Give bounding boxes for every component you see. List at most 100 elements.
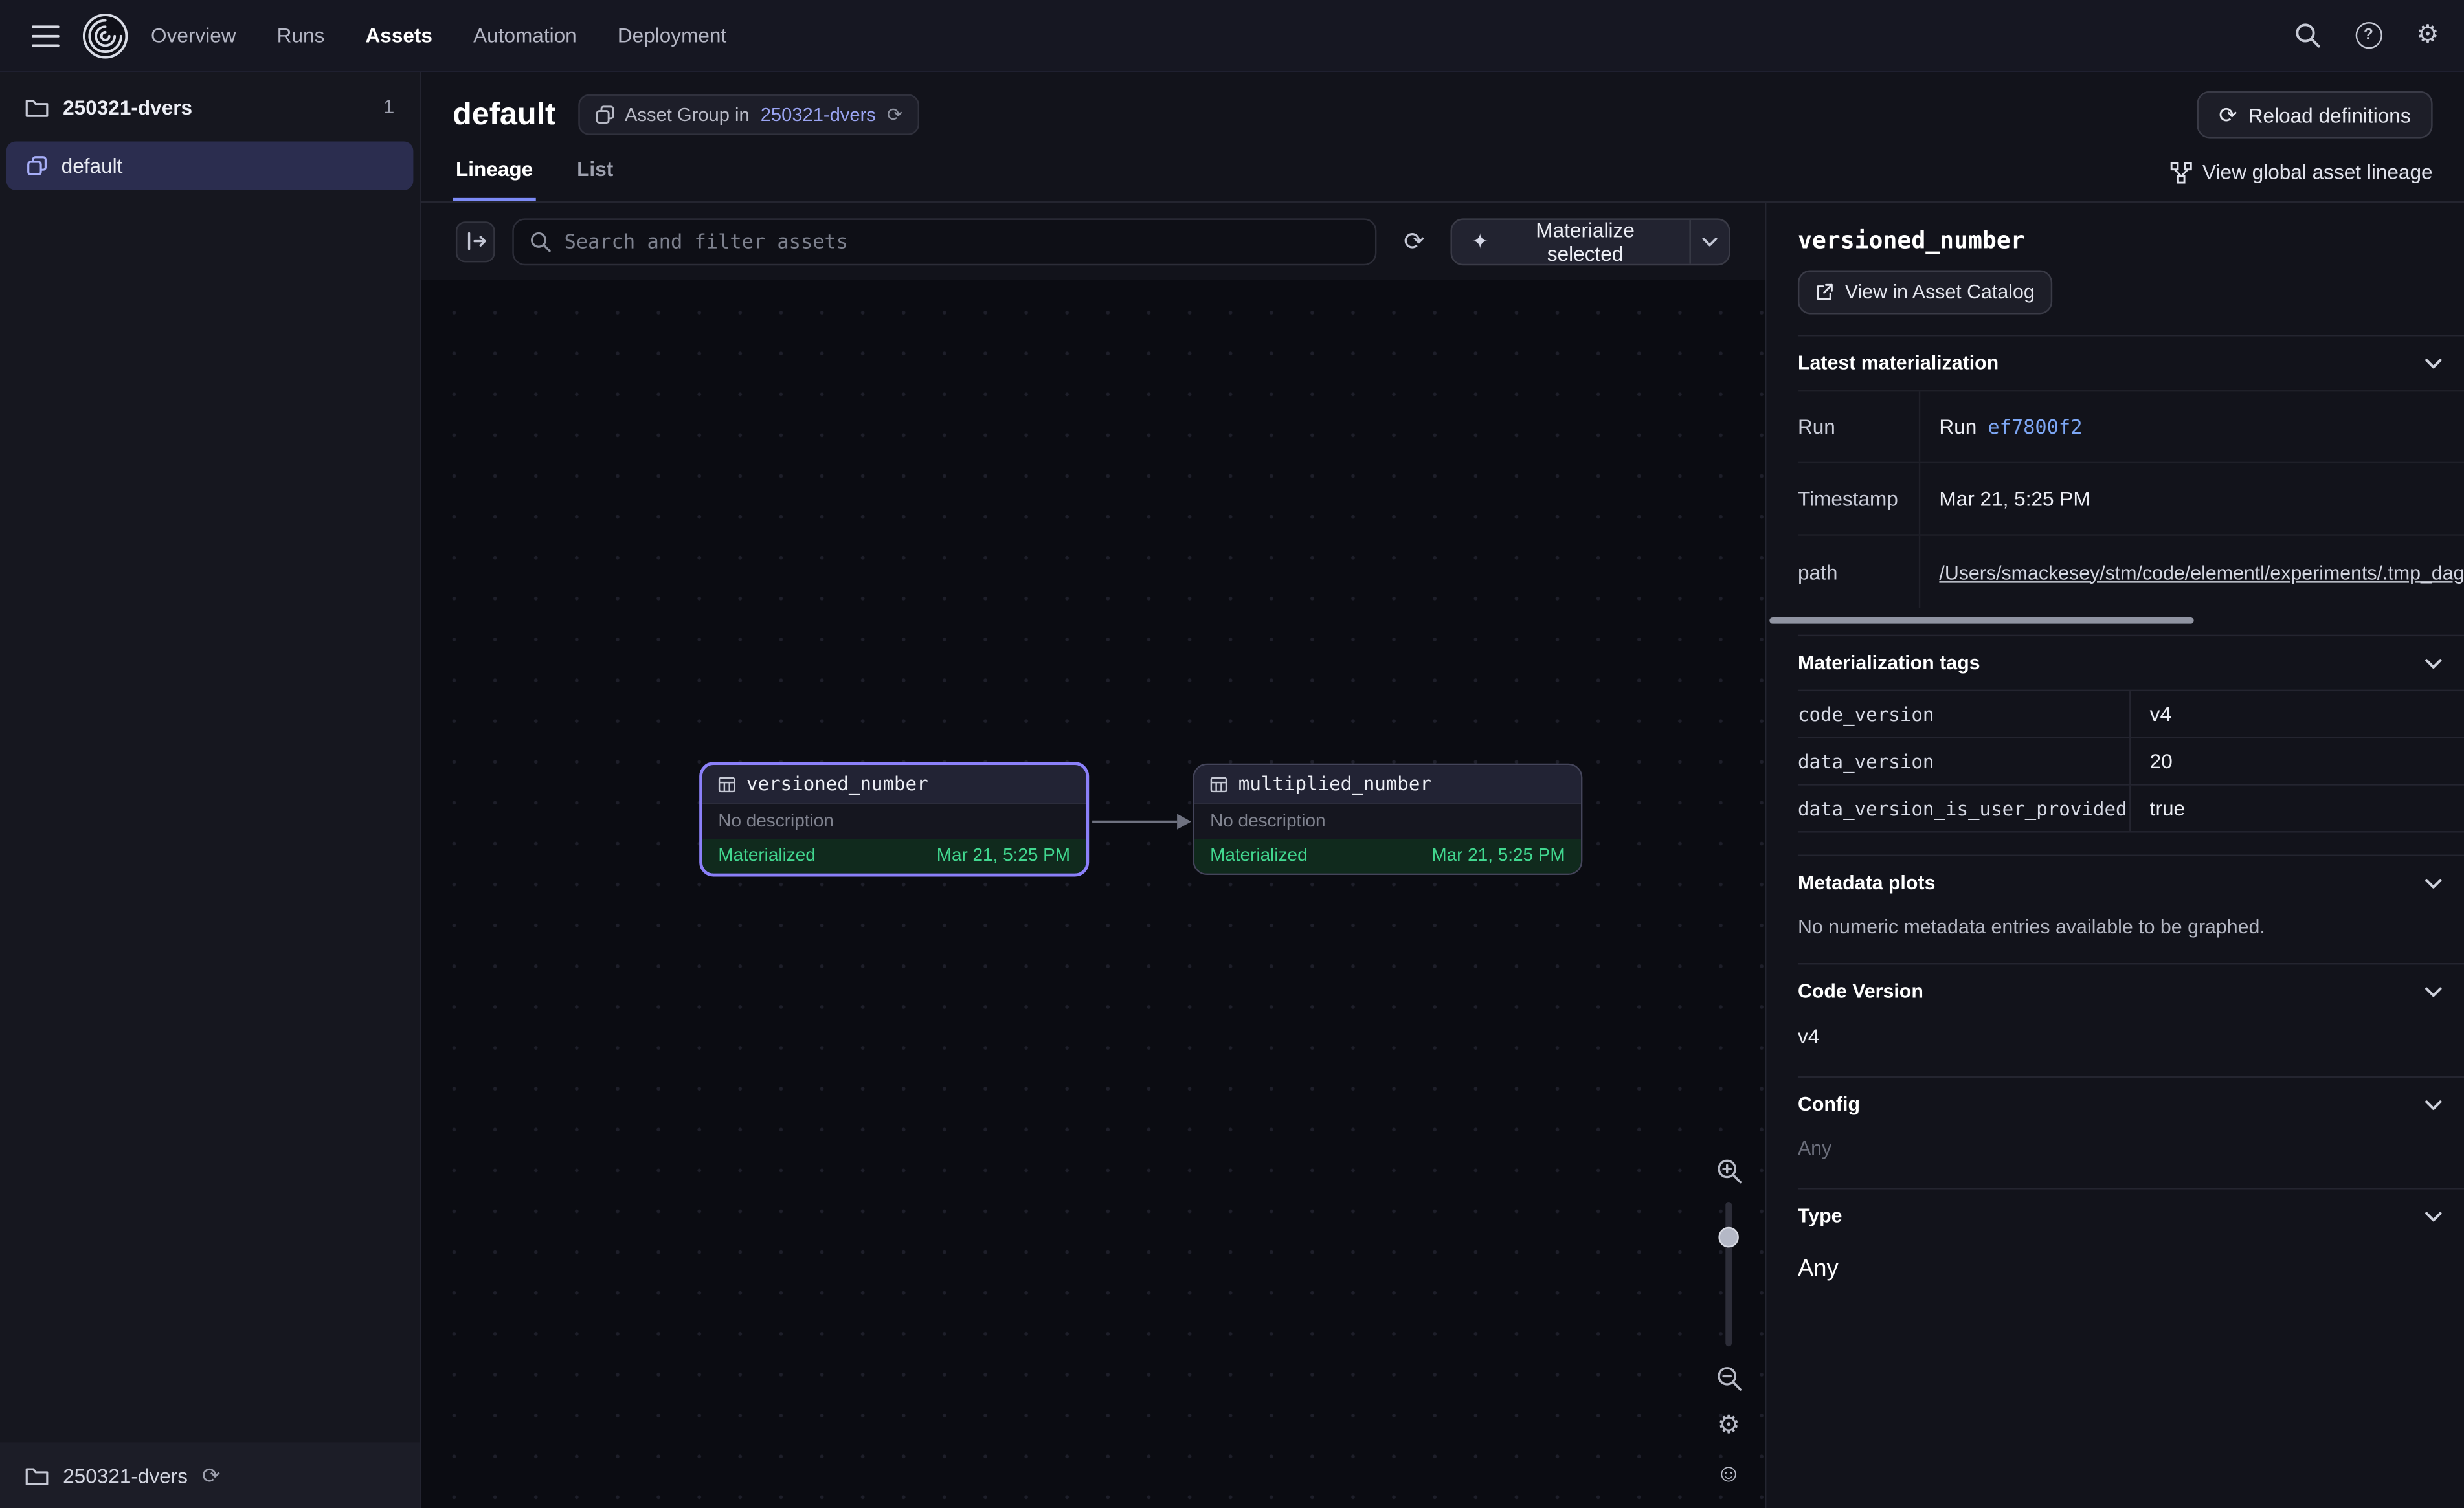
type-value: Any <box>1798 1255 2464 1281</box>
asset-search-input[interactable] <box>565 229 1360 252</box>
hamburger-menu-icon[interactable] <box>25 15 66 56</box>
feedback-smiley-icon[interactable]: ☺ <box>1711 1458 1745 1492</box>
nav-automation[interactable]: Automation <box>473 23 577 47</box>
horizontal-scrollbar[interactable] <box>1769 617 2193 624</box>
table-row: path /Users/smackesey/stm/code/elementl/… <box>1798 536 2464 608</box>
asset-node-name: multiplied_number <box>1238 773 1431 795</box>
asset-details-panel: versioned_number View in Asset Catalog L… <box>1765 203 2464 1508</box>
refresh-icon[interactable]: ⟳ <box>1394 221 1434 261</box>
canvas-settings-gear-icon[interactable]: ⚙ <box>1711 1409 1745 1443</box>
row-value: Runef7800f2 <box>1920 415 2464 438</box>
tag-value: true <box>2131 797 2464 820</box>
chevron-down-icon[interactable] <box>2425 878 2442 889</box>
refresh-icon[interactable]: ⟳ <box>887 105 902 124</box>
top-nav: Overview Runs Assets Automation Deployme… <box>0 0 2464 72</box>
asset-node-multiplied-number[interactable]: multiplied_number No description Materia… <box>1193 764 1582 875</box>
asset-search-box <box>512 217 1377 265</box>
asset-details-title: versioned_number <box>1798 203 2464 254</box>
asset-node-description: No description <box>702 804 1086 839</box>
asset-group-badge: Asset Group in 250321-dvers ⟳ <box>577 94 920 135</box>
tag-key: data_version <box>1798 738 2131 784</box>
zoom-out-icon[interactable] <box>1711 1360 1745 1395</box>
nav-deployment[interactable]: Deployment <box>618 23 726 47</box>
work-row: ⟳ ✦ Materialize selected <box>421 203 2464 1508</box>
refresh-icon[interactable]: ⟳ <box>202 1464 220 1486</box>
chevron-down-icon[interactable] <box>2425 658 2442 669</box>
asset-node-description: No description <box>1194 804 1581 839</box>
tab-list[interactable]: List <box>574 157 616 201</box>
lineage-canvas[interactable]: versioned_number No description Material… <box>421 280 1765 1508</box>
config-value: Any <box>1798 1137 2464 1159</box>
tag-key: code_version <box>1798 691 2131 737</box>
lineage-toolbar: ⟳ ✦ Materialize selected <box>421 203 1765 280</box>
table-row: Timestamp Mar 21, 5:25 PM <box>1798 463 2464 536</box>
app-root: Overview Runs Assets Automation Deployme… <box>0 0 2464 1508</box>
help-icon[interactable]: ? <box>2355 22 2382 49</box>
table-row: code_version v4 <box>1798 691 2464 738</box>
chevron-down-icon[interactable] <box>2425 1099 2442 1110</box>
section-code-version: Code Version v4 <box>1798 963 2464 1076</box>
topnav-actions: ? ⚙ <box>2294 22 2439 49</box>
page-title: default <box>453 96 555 133</box>
metadata-plots-empty-text: No numeric metadata entries available to… <box>1798 916 2464 938</box>
chevron-down-icon[interactable] <box>2425 357 2442 368</box>
row-value: /Users/smackesey/stm/code/elementl/exper… <box>1920 560 2464 583</box>
content-header: default Asset Group in 250321-dvers ⟳ ⟳ … <box>421 72 2464 203</box>
chevron-down-icon[interactable] <box>2425 1210 2442 1221</box>
materialize-selected-button[interactable]: ✦ Materialize selected <box>1453 219 1690 263</box>
row-key: path <box>1798 536 1920 608</box>
zoom-controls: ⚙ ☺ <box>1711 1153 1745 1492</box>
sidebar-group-count: 1 <box>383 96 394 118</box>
sidebar-group-row[interactable]: 250321-dvers 1 <box>0 72 420 142</box>
nav-overview[interactable]: Overview <box>151 23 236 47</box>
zoom-slider[interactable] <box>1711 1202 1745 1346</box>
tabs-row: Lineage List View global asset lineage <box>453 157 2433 201</box>
asset-node-versioned-number[interactable]: versioned_number No description Material… <box>699 762 1089 876</box>
gear-icon[interactable]: ⚙ <box>2417 23 2439 48</box>
run-link[interactable]: ef7800f2 <box>1988 415 2082 438</box>
zoom-slider-handle[interactable] <box>1718 1227 1739 1248</box>
table-icon <box>718 775 735 793</box>
view-global-lineage-link[interactable]: View global asset lineage <box>2169 161 2433 201</box>
dagster-logo <box>82 12 129 59</box>
primary-nav: Overview Runs Assets Automation Deployme… <box>151 23 726 47</box>
sidebar-footer-label: 250321-dvers <box>63 1463 188 1487</box>
table-row: data_version_is_user_provided true <box>1798 786 2464 833</box>
panel-expand-icon[interactable] <box>456 221 495 261</box>
zoom-in-icon[interactable] <box>1711 1153 1745 1188</box>
section-config: Config Any <box>1798 1076 2464 1188</box>
search-icon[interactable] <box>2294 22 2320 49</box>
sidebar-group-label: 250321-dvers <box>63 95 192 118</box>
sidebar-item-label: default <box>62 154 123 177</box>
asset-node-status: Materialized Mar 21, 5:25 PM <box>702 839 1086 873</box>
nav-runs[interactable]: Runs <box>277 23 325 47</box>
tag-key: data_version_is_user_provided <box>1798 786 2131 831</box>
section-type: Type Any <box>1798 1188 2464 1313</box>
content-area: default Asset Group in 250321-dvers ⟳ ⟳ … <box>421 72 2464 1508</box>
tab-lineage[interactable]: Lineage <box>453 157 536 201</box>
lineage-graph-icon <box>2169 161 2191 183</box>
materialize-dropdown-chevron-icon[interactable] <box>1690 219 1729 263</box>
view-in-asset-catalog-button[interactable]: View in Asset Catalog <box>1798 271 2052 315</box>
folder-icon <box>25 1465 49 1486</box>
sidebar-item-default[interactable]: default <box>6 141 414 190</box>
row-key: Run <box>1798 391 1920 461</box>
section-latest-materialization: Latest materialization Run Runef7800f2 <box>1798 335 2464 635</box>
main-area: 250321-dvers 1 default 250321-dvers ⟳ <box>0 72 2464 1508</box>
chevron-down-icon[interactable] <box>2425 986 2442 997</box>
reload-definitions-button[interactable]: ⟳ Reload definitions <box>2197 91 2432 139</box>
search-icon <box>530 230 552 252</box>
section-heading: Latest materialization <box>1798 352 1999 374</box>
nav-assets[interactable]: Assets <box>365 23 432 47</box>
section-materialization-tags: Materialization tags code_version v4 <box>1798 635 2464 855</box>
section-metadata-plots: Metadata plots No numeric metadata entri… <box>1798 855 2464 963</box>
section-heading: Materialization tags <box>1798 652 1980 674</box>
tag-value: v4 <box>2131 702 2464 726</box>
path-link[interactable]: /Users/smackesey/stm/code/elementl/exper… <box>1939 562 2464 584</box>
badge-group-link[interactable]: 250321-dvers <box>761 104 876 126</box>
section-heading: Type <box>1798 1205 1842 1227</box>
materialized-label: Materialized <box>718 847 815 865</box>
badge-prefix: Asset Group in <box>625 104 750 126</box>
tag-value: 20 <box>2131 749 2464 773</box>
sidebar-footer: 250321-dvers ⟳ <box>0 1442 420 1508</box>
